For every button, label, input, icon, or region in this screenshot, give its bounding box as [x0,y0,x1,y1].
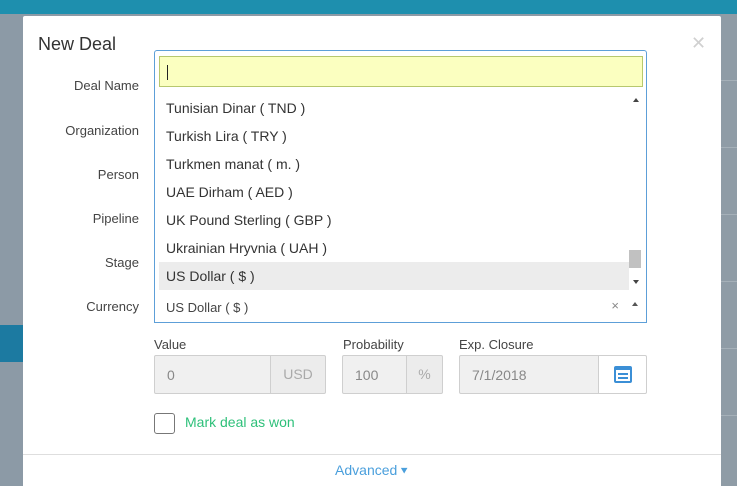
percent-addon: % [406,355,443,394]
background-divider [721,80,737,81]
footer-divider [23,454,721,455]
person-label: Person [97,167,139,182]
close-icon[interactable]: ✕ [691,34,706,52]
value-input-value: 0 [167,367,175,383]
currency-dropdown: Tunisian Dinar ( TND ) Turkish Lira ( TR… [154,50,647,293]
exp-closure-value: 7/1/2018 [472,367,527,383]
exp-closure-input[interactable]: 7/1/2018 [459,355,599,394]
mark-won-label[interactable]: Mark deal as won [185,414,295,430]
advanced-label: Advanced [335,462,398,478]
mark-won-checkbox[interactable] [154,413,175,434]
background-app-sidebar [0,325,24,362]
background-divider [721,415,737,416]
currency-option-try[interactable]: Turkish Lira ( TRY ) [159,122,629,150]
calendar-button[interactable] [598,355,647,394]
chevron-double-down-icon: ⯆ [399,464,409,478]
modal-title: New Deal [38,34,117,54]
value-currency-addon: USD [270,355,326,394]
caret-up-icon[interactable] [632,302,638,306]
currency-options-list: Tunisian Dinar ( TND ) Turkish Lira ( TR… [159,94,629,290]
currency-option-tnd[interactable]: Tunisian Dinar ( TND ) [159,94,629,122]
currency-label: Currency [86,299,139,314]
text-cursor [167,65,168,80]
exp-closure-label: Exp. Closure [459,337,534,352]
background-divider [721,147,737,148]
deal-name-label: Deal Name [73,78,139,93]
probability-input-value: 100 [355,367,379,383]
background-divider [721,281,737,282]
clear-selection-icon[interactable]: × [611,298,619,313]
new-deal-modal: New Deal ✕ Deal Name Organization Person… [23,16,721,486]
stage-label: Stage [105,255,139,270]
scroll-down-arrow-icon[interactable] [633,280,639,284]
currency-select-value: US Dollar ( $ ) [166,300,249,315]
background-divider [721,214,737,215]
value-label: Value [154,337,187,352]
organization-label: Organization [65,123,139,138]
pipeline-label: Pipeline [92,211,139,226]
background-divider [721,348,737,349]
value-input[interactable]: 0 [154,355,271,394]
currency-option-usd[interactable]: US Dollar ( $ ) [159,262,629,290]
dropdown-scrollbar[interactable] [629,94,643,290]
probability-label: Probability [343,337,404,352]
currency-option-aed[interactable]: UAE Dirham ( AED ) [159,178,629,206]
currency-select[interactable]: US Dollar ( $ ) × [154,292,647,323]
currency-search-input[interactable] [159,56,643,87]
currency-option-tmt[interactable]: Turkmen manat ( m. ) [159,150,629,178]
advanced-toggle[interactable]: Advanced ⯆ [23,462,721,479]
currency-option-gbp[interactable]: UK Pound Sterling ( GBP ) [159,206,629,234]
probability-input[interactable]: 100 [342,355,407,394]
currency-option-uah[interactable]: Ukrainian Hryvnia ( UAH ) [159,234,629,262]
scroll-up-arrow-icon[interactable] [633,98,639,102]
scrollbar-thumb[interactable] [629,250,641,268]
background-app-topbar [0,0,737,14]
calendar-icon [614,366,632,383]
